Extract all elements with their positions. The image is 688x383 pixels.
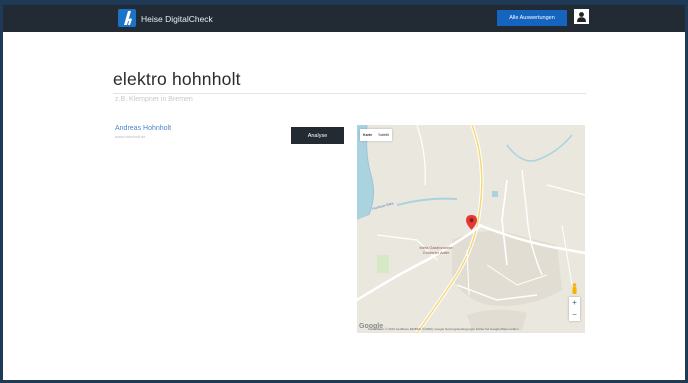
map-type-satellit[interactable]: Satellit bbox=[375, 129, 392, 141]
title-divider bbox=[113, 93, 586, 94]
brand-name[interactable]: Heise DigitalCheck bbox=[141, 14, 213, 24]
heise-logo-icon[interactable] bbox=[118, 9, 136, 27]
map-pin-icon[interactable] bbox=[466, 215, 477, 230]
contact-name-link[interactable]: Andreas Hohnholt bbox=[115, 125, 171, 132]
place-label-gastronomie: Meta Gastronomie Goldener Adler bbox=[419, 245, 453, 255]
map-type-karte[interactable]: Karte bbox=[360, 129, 375, 141]
map-attribution[interactable]: Kartendaten © 2016 GeoBasis-DE/BKG (©200… bbox=[368, 327, 584, 331]
page-subtitle: z.B. Klempner in Bremen bbox=[115, 96, 193, 103]
all-reports-button[interactable]: Alle Auswertungen bbox=[497, 10, 567, 26]
contact-url: www.hohnholt.de bbox=[115, 134, 146, 139]
map-type-toggle[interactable]: Karte Satellit bbox=[360, 129, 392, 141]
zoom-in-button[interactable]: + bbox=[569, 297, 580, 309]
street-view-pegman-icon[interactable] bbox=[570, 283, 579, 294]
user-icon[interactable] bbox=[574, 9, 589, 24]
zoom-out-button[interactable]: − bbox=[569, 309, 580, 321]
page-title: elektro hohnholt bbox=[113, 69, 241, 89]
zoom-controls: + − bbox=[569, 297, 580, 321]
analyse-button[interactable]: Analyse bbox=[291, 127, 344, 144]
